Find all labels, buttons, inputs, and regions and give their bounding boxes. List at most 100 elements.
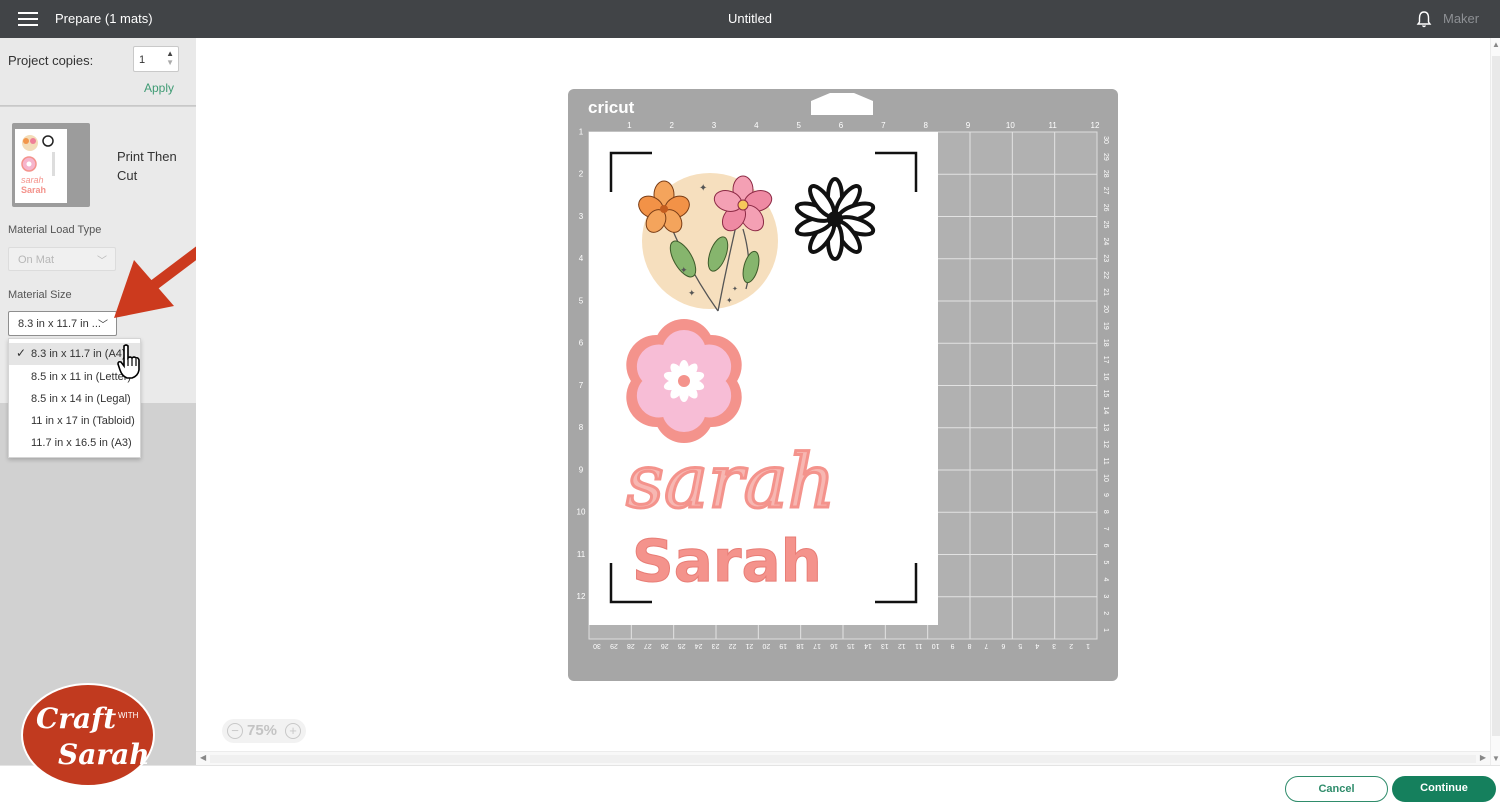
ruler-tick-label: 15: [1102, 390, 1109, 398]
ruler-tick-label: 9: [966, 121, 971, 130]
name-script-text[interactable]: sarah: [625, 438, 837, 527]
machine-label[interactable]: Maker: [1443, 11, 1479, 26]
bell-icon[interactable]: [1416, 10, 1432, 28]
ruler-tick-label: 8: [967, 642, 971, 649]
ruler-tick-label: 6: [1102, 544, 1109, 548]
ruler-tick-label: 3: [579, 212, 584, 221]
zoom-level: 75%: [247, 722, 278, 739]
ruler-tick-label: 1: [1102, 628, 1109, 632]
cancel-button[interactable]: Cancel: [1285, 776, 1388, 802]
document-title: Untitled: [727, 11, 773, 26]
ruler-tick-label: 16: [830, 642, 838, 649]
svg-text:✦: ✦: [680, 265, 688, 275]
ruler-tick-label: 2: [1069, 642, 1073, 649]
project-copies-input[interactable]: 1 ▲ ▼: [133, 46, 179, 72]
material-size-option-tabloid[interactable]: 11 in x 17 in (Tabloid): [9, 410, 140, 432]
chevron-down-icon: ﹀: [98, 320, 108, 331]
scroll-right-icon[interactable]: ▶: [1480, 753, 1486, 762]
scroll-up-icon[interactable]: ▲: [1492, 40, 1500, 49]
ruler-tick-label: 28: [1102, 170, 1109, 178]
ruler-tick-label: 29: [610, 642, 618, 649]
ruler-tick-label: 14: [864, 642, 872, 649]
mat-thumbnail-paper: sarah Sarah: [15, 129, 67, 203]
name-bold-text[interactable]: Sarah: [632, 527, 823, 596]
apply-button[interactable]: Apply: [144, 81, 174, 95]
ruler-tick-label: 4: [1102, 577, 1109, 581]
logo-text-craft: Craft: [36, 702, 116, 735]
ruler-tick-label: 2: [669, 121, 674, 130]
ruler-tick-label: 25: [678, 642, 686, 649]
ruler-tick-label: 26: [1102, 204, 1109, 212]
ruler-tick-label: 19: [779, 642, 787, 649]
ruler-tick-label: 13: [1102, 423, 1109, 431]
ruler-tick-label: 16: [1102, 373, 1109, 381]
ruler-tick-label: 8: [923, 121, 928, 130]
ruler-tick-label: 4: [1035, 642, 1039, 649]
zoom-out-button[interactable]: −: [227, 723, 243, 739]
mat-thumbnail[interactable]: sarah Sarah: [12, 123, 90, 207]
ruler-tick-label: 30: [1102, 136, 1109, 144]
ruler-tick-label: 22: [1102, 271, 1109, 279]
continue-button[interactable]: Continue: [1392, 776, 1496, 802]
ruler-tick-label: 12: [577, 592, 586, 601]
svg-text:✦: ✦: [726, 296, 733, 305]
ruler-tick-label: 13: [881, 642, 889, 649]
ruler-tick-label: 18: [796, 642, 804, 649]
copies-stepper-icon[interactable]: ▲ ▼: [166, 49, 174, 67]
ruler-tick-label: 20: [1102, 305, 1109, 313]
ruler-tick-label: 21: [1102, 288, 1109, 296]
horizontal-scrollbar-thumb[interactable]: [210, 755, 1476, 763]
logo-text-with: WITH: [118, 711, 139, 720]
material-size-value: 8.3 in x 11.7 in ...: [18, 318, 101, 330]
ruler-tick-label: 8: [579, 423, 584, 432]
ruler-tick-label: 7: [881, 121, 886, 130]
ruler-tick-label: 4: [579, 254, 584, 263]
ruler-tick-label: 17: [1102, 356, 1109, 364]
ruler-tick-label: 7: [984, 642, 988, 649]
ruler-tick-label: 9: [1102, 493, 1109, 497]
ruler-tick-label: 10: [1006, 121, 1015, 130]
ruler-tick-label: 4: [754, 121, 759, 130]
ruler-tick-label: 12: [898, 642, 906, 649]
copies-section: Project copies: 1 ▲ ▼ Apply: [0, 38, 196, 106]
material-size-option-a3[interactable]: 11.7 in x 16.5 in (A3): [9, 432, 140, 454]
ruler-tick-label: 6: [1001, 642, 1005, 649]
ruler-tick-label: 3: [1052, 642, 1056, 649]
ruler-tick-label: 5: [579, 296, 584, 305]
scroll-left-icon[interactable]: ◀: [200, 753, 206, 762]
cricut-logo: cricut: [588, 98, 635, 117]
material-size-select[interactable]: 8.3 in x 11.7 in ... ﹀: [8, 311, 117, 336]
vertical-scrollbar[interactable]: ▲ ▼: [1490, 38, 1500, 765]
ruler-tick-label: 5: [796, 121, 801, 130]
material-load-type-label: Material Load Type: [8, 224, 102, 236]
ruler-tick-label: 12: [1102, 440, 1109, 448]
ruler-tick-label: 5: [1018, 642, 1022, 649]
svg-text:✦: ✦: [699, 183, 707, 194]
ruler-tick-label: 10: [1102, 474, 1109, 482]
ruler-tick-label: 28: [627, 642, 635, 649]
svg-text:✦: ✦: [688, 288, 696, 298]
scroll-down-icon[interactable]: ▼: [1492, 754, 1500, 763]
ruler-tick-label: 6: [579, 339, 584, 348]
ruler-tick-label: 19: [1102, 322, 1109, 330]
ruler-tick-label: 15: [847, 642, 855, 649]
horizontal-scrollbar[interactable]: ◀ ▶: [196, 751, 1490, 765]
ruler-tick-label: 9: [579, 465, 584, 474]
ruler-tick-label: 11: [1049, 121, 1058, 130]
ruler-tick-label: 1: [1086, 642, 1090, 649]
ruler-tick-label: 24: [695, 642, 703, 649]
logo-text-sarah: Sarah: [58, 738, 150, 771]
project-copies-value: 1: [139, 54, 146, 66]
craft-with-sarah-logo: Craft WITH Sarah: [21, 683, 155, 787]
ruler-tick-label: 3: [712, 121, 717, 130]
ruler-tick-label: 27: [644, 642, 652, 649]
ruler-tick-label: 25: [1102, 221, 1109, 229]
material-size-option-legal[interactable]: 8.5 in x 14 in (Legal): [9, 388, 140, 410]
svg-text:✦: ✦: [732, 285, 738, 293]
vertical-scrollbar-thumb[interactable]: [1492, 56, 1500, 736]
chevron-down-icon: ﹀: [97, 256, 107, 267]
ruler-tick-label: 17: [813, 642, 821, 649]
ruler-tick-label: 3: [1102, 594, 1109, 598]
zoom-in-button[interactable]: +: [285, 723, 301, 739]
material-size-label: Material Size: [8, 289, 72, 301]
